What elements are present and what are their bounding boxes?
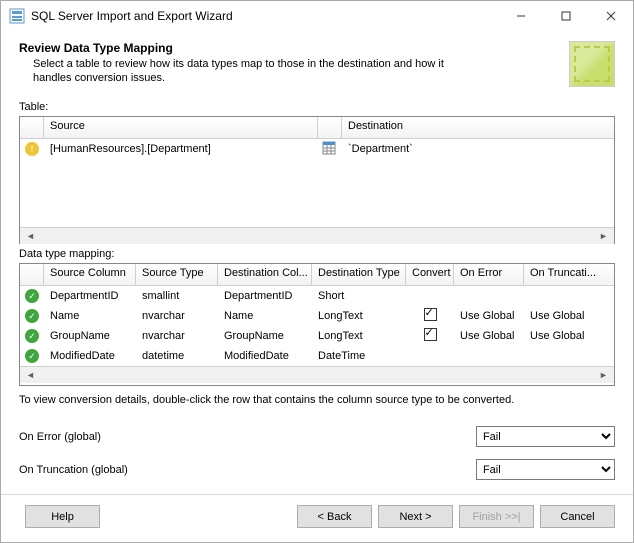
source-type: datetime [136,348,218,364]
on-truncation-global-select[interactable]: Fail [476,459,615,480]
cancel-button[interactable]: Cancel [540,505,615,528]
mapping-row[interactable]: ✓NamenvarcharNameLongTextUse GlobalUse G… [20,306,614,326]
on-truncation-cell[interactable] [524,354,614,358]
mapping-row[interactable]: ✓ModifiedDatedatetimeModifiedDateDateTim… [20,346,614,366]
mcol-on-truncation[interactable]: On Truncati... [524,264,614,285]
table-row[interactable]: ! [HumanResources].[Department] `Departm… [20,139,614,159]
on-error-global-select[interactable]: Fail [476,426,615,447]
mapping-label: Data type mapping: [19,248,615,260]
on-truncation-cell[interactable]: Use Global [524,328,614,344]
dest-column: Name [218,308,312,324]
check-icon: ✓ [25,349,39,363]
source-type: nvarchar [136,308,218,324]
mcol-source-type[interactable]: Source Type [136,264,218,285]
mcol-dest-column[interactable]: Destination Col... [218,264,312,285]
checkbox-icon [424,308,437,321]
page-title: Review Data Type Mapping [19,41,561,55]
check-icon: ✓ [25,289,39,303]
mcol-convert[interactable]: Convert [406,264,454,285]
source-column: DepartmentID [44,288,136,304]
source-column: Name [44,308,136,324]
dest-column: GroupName [218,328,312,344]
dest-type: Short [312,288,406,304]
mcol-dest-type[interactable]: Destination Type [312,264,406,285]
finish-button[interactable]: Finish >>| [459,505,534,528]
close-button[interactable] [588,1,633,31]
on-error-cell[interactable]: Use Global [454,308,524,324]
source-type: nvarchar [136,328,218,344]
col-dest-icon[interactable] [318,117,342,138]
col-source[interactable]: Source [44,117,318,138]
source-type: smallint [136,288,218,304]
on-truncation-global-label: On Truncation (global) [19,464,476,476]
titlebar: SQL Server Import and Export Wizard [1,1,633,31]
convert-cell[interactable] [406,354,454,358]
horizontal-scrollbar[interactable]: ◄► [20,227,614,244]
dest-column: DepartmentID [218,288,312,304]
mapping-row[interactable]: ✓GroupNamenvarcharGroupNameLongTextUse G… [20,326,614,346]
hint-text: To view conversion details, double-click… [19,394,615,406]
on-error-cell[interactable] [454,294,524,298]
table-grid[interactable]: Source Destination ! [HumanResources].[D… [19,116,615,244]
source-column: ModifiedDate [44,348,136,364]
minimize-button[interactable] [498,1,543,31]
maximize-button[interactable] [543,1,588,31]
header: Review Data Type Mapping Select a table … [1,31,633,93]
convert-cell[interactable] [406,306,454,326]
footer: Help < Back Next > Finish >>| Cancel [1,494,633,542]
next-button[interactable]: Next > [378,505,453,528]
check-icon: ✓ [25,329,39,343]
horizontal-scrollbar[interactable]: ◄► [20,366,614,383]
mcol-status[interactable] [20,264,44,285]
dest-type: LongText [312,308,406,324]
mapping-row[interactable]: ✓DepartmentIDsmallintDepartmentIDShort [20,286,614,306]
help-button[interactable]: Help [25,505,100,528]
wizard-image-icon [569,41,615,87]
warning-icon: ! [25,142,39,156]
dest-type: DateTime [312,348,406,364]
convert-cell[interactable] [406,294,454,298]
on-error-cell[interactable]: Use Global [454,328,524,344]
mcol-source-column[interactable]: Source Column [44,264,136,285]
on-error-cell[interactable] [454,354,524,358]
source-value: [HumanResources].[Department] [44,141,318,157]
col-destination[interactable]: Destination [342,117,614,138]
table-icon [322,141,336,155]
on-truncation-cell[interactable] [524,294,614,298]
destination-value: `Department` [342,141,614,157]
window-controls [498,1,633,31]
convert-cell[interactable] [406,326,454,346]
table-label: Table: [19,101,615,113]
mapping-grid[interactable]: Source Column Source Type Destination Co… [19,263,615,386]
check-icon: ✓ [25,309,39,323]
source-column: GroupName [44,328,136,344]
window-title: SQL Server Import and Export Wizard [31,9,498,23]
mcol-on-error[interactable]: On Error [454,264,524,285]
dest-type: LongText [312,328,406,344]
wizard-window: SQL Server Import and Export Wizard Revi… [0,0,634,543]
on-error-global-label: On Error (global) [19,431,476,443]
app-icon [9,8,25,24]
page-description: Select a table to review how its data ty… [19,55,449,86]
dest-column: ModifiedDate [218,348,312,364]
col-status-icon[interactable] [20,117,44,138]
on-truncation-cell[interactable]: Use Global [524,308,614,324]
checkbox-icon [424,328,437,341]
back-button[interactable]: < Back [297,505,372,528]
